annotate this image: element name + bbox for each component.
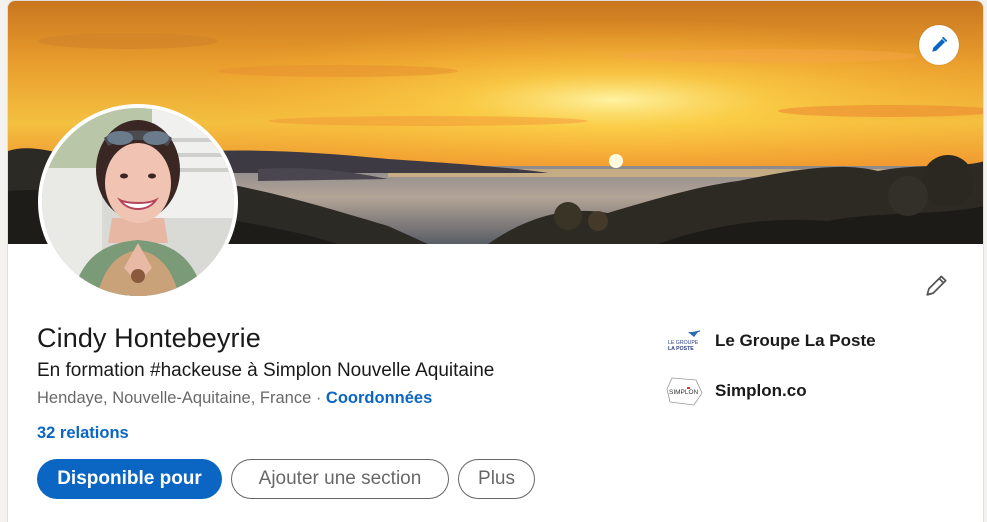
intro-edit-button[interactable]: [921, 269, 953, 301]
simplon-logo-text: SIMPLON: [669, 389, 699, 396]
open-to-button[interactable]: Disponible pour: [37, 459, 222, 499]
more-button[interactable]: Plus: [458, 459, 535, 499]
org-item-la-poste[interactable]: LE GROUPE LA POSTE Le Groupe La Poste: [666, 324, 876, 358]
banner-edit-button[interactable]: [919, 25, 959, 65]
pencil-icon: [926, 275, 947, 296]
location-separator: ·: [311, 389, 326, 407]
connections-link[interactable]: 32 relations: [37, 424, 129, 443]
simplon-logo: SIMPLON: [666, 374, 704, 408]
profile-name: Cindy Hontebeyrie: [37, 323, 261, 353]
profile-headline: En formation #hackeuse à Simplon Nouvell…: [37, 360, 495, 381]
profile-card: Cindy Hontebeyrie En formation #hackeuse…: [7, 0, 984, 522]
organizations-list: LE GROUPE LA POSTE Le Groupe La Poste SI…: [666, 324, 876, 424]
la-poste-logo-line2: LA POSTE: [668, 346, 694, 352]
profile-location: Hendaye, Nouvelle-Aquitaine, France: [37, 389, 312, 407]
la-poste-logo: LE GROUPE LA POSTE: [666, 324, 704, 358]
pencil-icon: [932, 36, 948, 52]
profile-photo[interactable]: [38, 104, 238, 300]
org-item-simplon[interactable]: SIMPLON Simplon.co: [666, 374, 876, 408]
add-section-button[interactable]: Ajouter une section: [231, 459, 449, 499]
avatar-photo: [42, 108, 234, 296]
profile-location-line: Hendaye, Nouvelle-Aquitaine, France · Co…: [37, 389, 432, 408]
contact-info-link[interactable]: Coordonnées: [326, 389, 432, 407]
profile-actions: Disponible pour Ajouter une section Plus: [37, 459, 535, 499]
org-name-la-poste: Le Groupe La Poste: [715, 331, 876, 350]
org-name-simplon: Simplon.co: [715, 381, 807, 400]
